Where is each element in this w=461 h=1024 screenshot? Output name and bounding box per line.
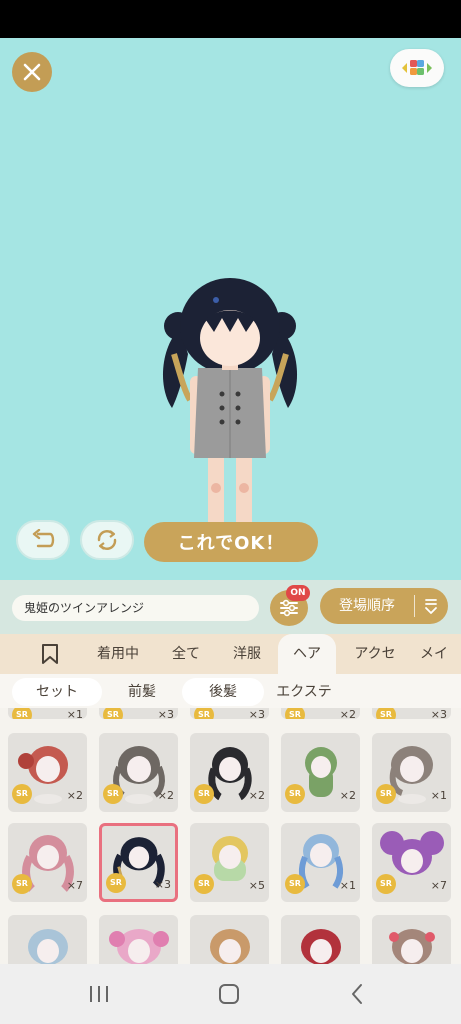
tab-wearing[interactable]: 着用中: [86, 634, 150, 674]
rarity-badge: SR: [106, 873, 126, 893]
hair-item[interactable]: SR ×2: [281, 708, 360, 719]
status-bar: [0, 0, 461, 38]
avatar-character: [162, 278, 298, 530]
rarity-badge: SR: [285, 874, 305, 894]
sort-label: 登場順序: [339, 598, 395, 614]
hair-item[interactable]: [372, 915, 451, 964]
recent-apps-icon: [90, 986, 108, 1002]
palette-icon: [402, 60, 432, 75]
hair-item[interactable]: [190, 915, 269, 964]
rarity-badge: SR: [376, 874, 396, 894]
rarity-badge: SR: [12, 784, 32, 804]
item-count: ×3: [154, 878, 171, 891]
palette-button[interactable]: [390, 49, 444, 87]
item-count: ×1: [66, 708, 83, 719]
item-count: ×2: [157, 789, 174, 802]
category-tabs: 着用中 全て 洋服 ヘア アクセ メイク: [0, 634, 461, 674]
hair-item[interactable]: SR ×7: [8, 823, 87, 902]
item-count: ×2: [339, 708, 356, 719]
rarity-badge: SR: [103, 708, 123, 719]
hair-thumbnail: [28, 929, 68, 964]
home-icon: [219, 984, 239, 1004]
rarity-badge: SR: [285, 784, 305, 804]
hair-item[interactable]: SR ×3: [372, 708, 451, 719]
hair-item[interactable]: [8, 915, 87, 964]
item-count: ×2: [339, 789, 356, 802]
back-icon: [352, 984, 362, 1004]
subtab-back-hair[interactable]: 後髪: [182, 678, 264, 706]
item-count: ×1: [430, 789, 447, 802]
hair-item[interactable]: SR ×5: [190, 823, 269, 902]
hair-item[interactable]: SR ×3: [99, 708, 178, 719]
subtab-extension[interactable]: エクステ: [268, 678, 340, 706]
hair-item-selected[interactable]: SR ×3: [99, 823, 178, 902]
item-grid: SR ×1 SR ×3 SR ×3 SR ×2 SR ×3 SR ×2 SR ×…: [0, 708, 461, 964]
item-count: ×7: [430, 879, 447, 892]
system-nav-bar: [0, 964, 461, 1024]
hair-item[interactable]: SR ×1: [372, 733, 451, 812]
rarity-badge: SR: [376, 784, 396, 804]
item-count: ×3: [430, 708, 447, 719]
rarity-badge: SR: [12, 708, 32, 719]
tab-hair[interactable]: ヘア: [278, 634, 336, 674]
home-button[interactable]: [214, 980, 244, 1008]
hair-item[interactable]: SR ×1: [8, 708, 87, 719]
hair-item[interactable]: SR ×1: [281, 823, 360, 902]
item-count: ×2: [66, 789, 83, 802]
tab-clothes[interactable]: 洋服: [222, 634, 272, 674]
hair-subtabs: セット 前髪 後髪 エクステ: [0, 674, 461, 708]
rarity-badge: SR: [376, 708, 396, 719]
hair-item[interactable]: [281, 915, 360, 964]
hair-thumbnail: [210, 929, 250, 964]
filter-icon: [280, 599, 298, 617]
hair-item[interactable]: SR ×2: [99, 733, 178, 812]
close-icon: [23, 63, 41, 81]
hair-item[interactable]: SR ×2: [8, 733, 87, 812]
rarity-badge: SR: [12, 874, 32, 894]
item-count: ×3: [157, 708, 174, 719]
undo-button[interactable]: [16, 520, 70, 560]
hair-thumbnail: [301, 929, 341, 964]
reload-button[interactable]: [80, 520, 134, 560]
hair-item[interactable]: SR ×2: [190, 733, 269, 812]
rarity-badge: SR: [285, 708, 305, 719]
recent-apps-button[interactable]: [84, 980, 114, 1008]
rarity-badge: SR: [194, 784, 214, 804]
tab-accessory[interactable]: アクセ: [346, 634, 404, 674]
item-count: ×2: [248, 789, 265, 802]
sort-icon: [425, 599, 437, 614]
avatar-stage: これでOK！: [0, 38, 461, 580]
filter-on-badge: ON: [286, 585, 310, 601]
hair-item[interactable]: SR ×2: [281, 733, 360, 812]
tab-makeup[interactable]: メイク: [420, 634, 461, 674]
back-button[interactable]: [342, 980, 372, 1008]
hair-item[interactable]: SR ×7: [372, 823, 451, 902]
tab-all[interactable]: 全て: [160, 634, 212, 674]
subtab-front-hair[interactable]: 前髪: [110, 678, 174, 706]
item-count: ×5: [248, 879, 265, 892]
item-count: ×7: [66, 879, 83, 892]
close-button[interactable]: [12, 52, 52, 92]
rarity-badge: SR: [103, 784, 123, 804]
item-count: ×1: [339, 879, 356, 892]
rarity-badge: SR: [194, 708, 214, 719]
sort-divider: [414, 595, 415, 617]
undo-icon: [32, 529, 55, 548]
rarity-badge: SR: [194, 874, 214, 894]
hair-thumbnail: [389, 929, 435, 964]
confirm-ok-button[interactable]: これでOK！: [144, 522, 318, 562]
sort-button[interactable]: 登場順序: [320, 588, 448, 624]
bookmark-icon[interactable]: [40, 643, 60, 665]
selected-item-name: 鬼姫のツインアレンジ: [12, 595, 259, 621]
item-count: ×3: [248, 708, 265, 719]
item-info-bar: 鬼姫のツインアレンジ ON 登場順序: [0, 580, 461, 634]
hair-item[interactable]: [99, 915, 178, 964]
reload-icon: [97, 530, 117, 550]
hair-item[interactable]: SR ×3: [190, 708, 269, 719]
hair-thumbnail: [109, 929, 169, 964]
subtab-set[interactable]: セット: [12, 678, 102, 706]
